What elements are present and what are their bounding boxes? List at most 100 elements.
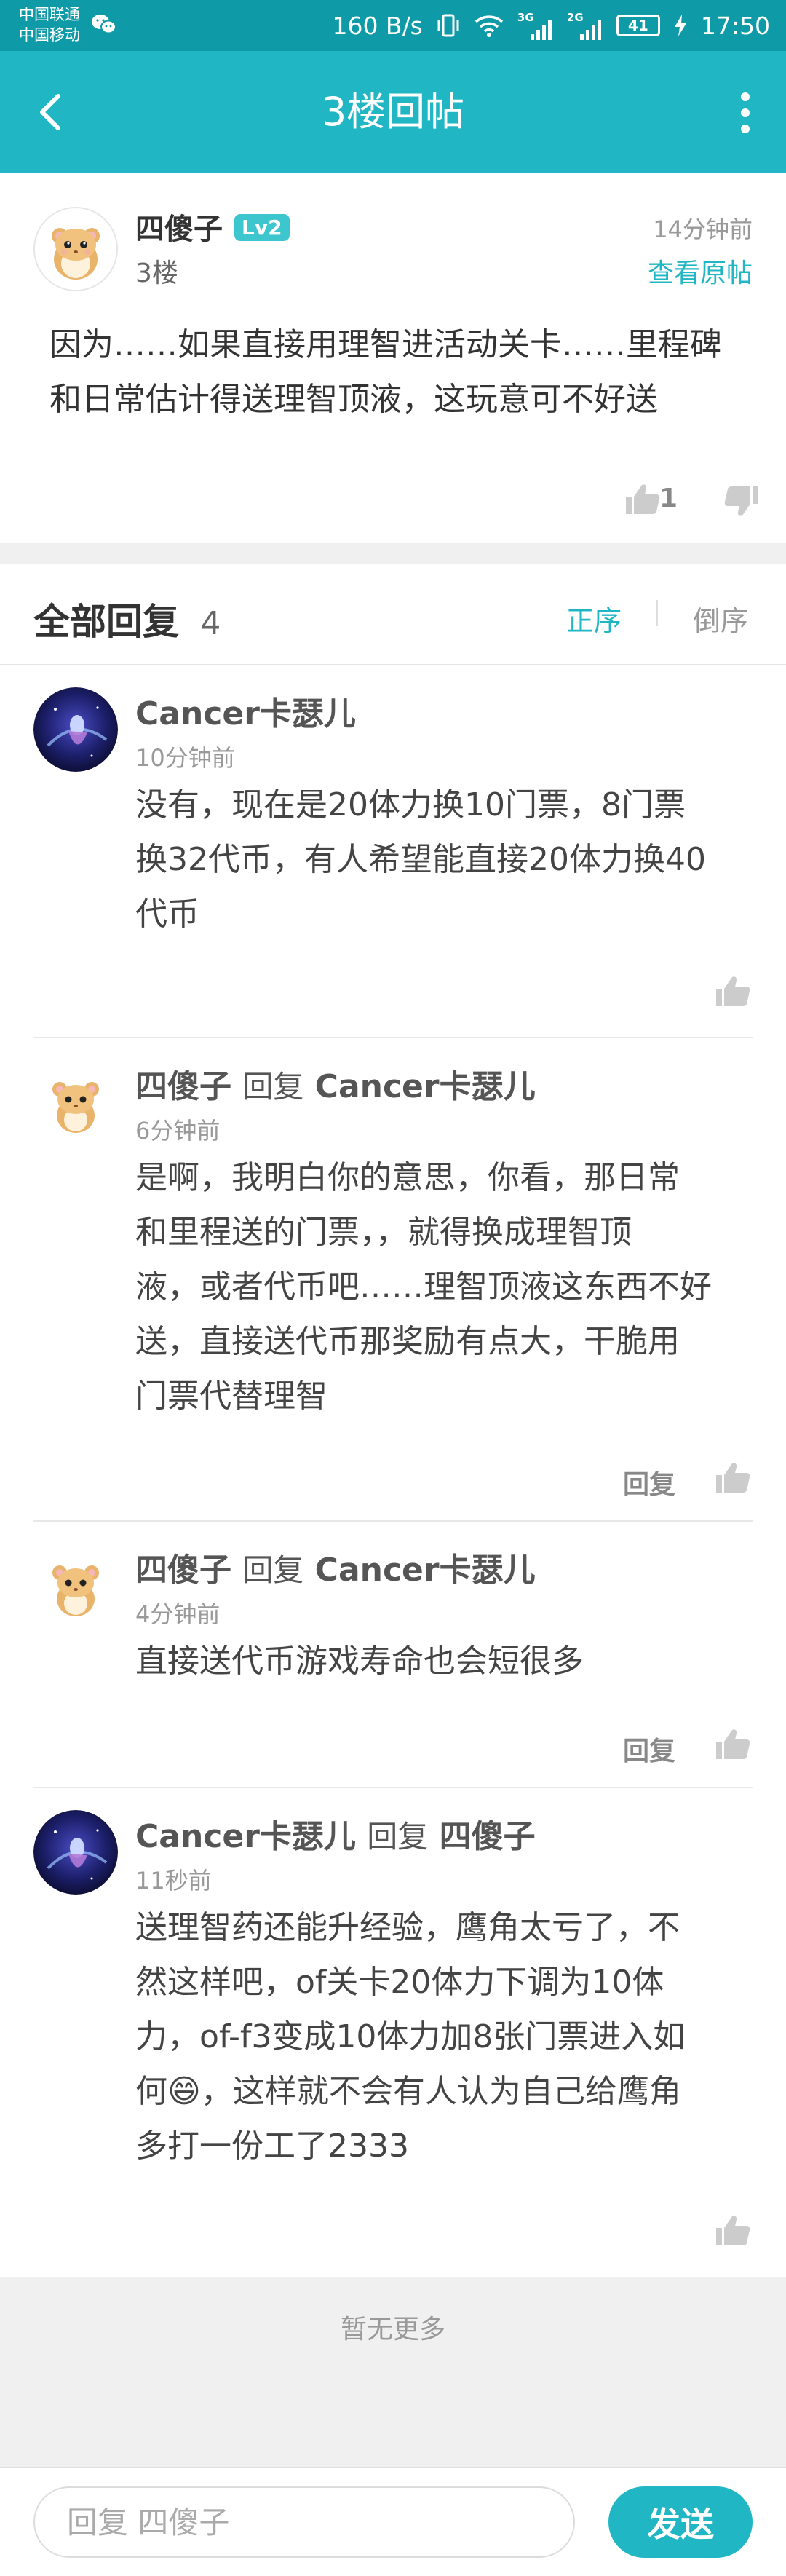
reply-content-line: 和里程送的门票，，就得换成理智顶	[135, 1214, 632, 1251]
carrier-labels: 中国联通 中国移动	[19, 4, 80, 45]
thumbs-up-icon[interactable]	[713, 1727, 751, 1761]
thumbs-down-icon[interactable]	[723, 485, 761, 518]
reply-author-row: Cancer卡瑟儿	[135, 687, 356, 734]
reply-target[interactable]: 四傻子	[440, 1818, 536, 1855]
sort-desc-tab[interactable]: 倒序	[693, 598, 748, 639]
reply-content-line: 液，或者代币吧……理智顶液这东西不好	[135, 1268, 712, 1305]
avatar[interactable]	[33, 207, 118, 291]
battery-level: 41	[627, 17, 648, 34]
reply-content-line: 送理智药还能升经验，鹰角太亏了，不	[135, 1909, 680, 1946]
signal-1: 3G	[517, 11, 554, 40]
view-original-link[interactable]: 查看原帖	[648, 252, 753, 290]
back-arrow-icon[interactable]	[31, 89, 74, 135]
galaxy-avatar-icon	[33, 1810, 118, 1895]
wechat-icon	[92, 15, 116, 34]
replies-count: 4	[200, 605, 221, 642]
reply-item: 四傻子 回复 Cancer卡瑟儿 4分钟前 直接送代币游戏寿命也会短很多 回复	[0, 1522, 786, 1788]
post-content-line: 因为……如果直接用理智进活动关卡……里程碑	[49, 326, 722, 363]
replies-header: 全部回复 4 正序 倒序	[0, 564, 786, 665]
floor-label: 3楼	[135, 258, 178, 288]
reply-word: 回复	[242, 1552, 304, 1588]
avatar[interactable]	[33, 1060, 118, 1145]
replies-title-text: 全部回复	[33, 601, 179, 643]
like-count: 1	[659, 483, 678, 513]
reply-content-line: 换32代币，有人希望能直接20体力换40	[135, 841, 706, 878]
thumbs-up-icon[interactable]	[713, 974, 751, 1008]
reply-content-line: 门票代替理智	[135, 1378, 328, 1415]
reply-content: 没有，现在是20体力换10门票，8门票 换32代币，有人希望能直接20体力换40…	[135, 778, 706, 941]
post-card: 四傻子 Lv2 3楼 14分钟前 查看原帖 因为……如果直接用理智进活动关卡……里…	[0, 173, 786, 543]
avatar[interactable]	[33, 687, 118, 772]
signal-bars-icon	[579, 20, 601, 40]
reply-content-line: 送，直接送代币那奖励有点大，干脆用	[135, 1323, 680, 1360]
reply-author-row: Cancer卡瑟儿 回复 四傻子	[135, 1810, 536, 1857]
reply-author[interactable]: 四傻子	[135, 1068, 231, 1105]
reply-target[interactable]: Cancer卡瑟儿	[315, 1068, 536, 1105]
level-badge: Lv2	[234, 214, 290, 241]
post-author-row: 四傻子 Lv2	[135, 205, 290, 248]
reply-content-line: 力，of-f3变成10体力加8张门票进入如	[135, 2018, 686, 2055]
battery-icon: 41	[616, 15, 660, 36]
carrier-2: 中国移动	[19, 26, 80, 44]
reply-time: 10分钟前	[135, 744, 235, 772]
more-options-icon[interactable]	[725, 89, 766, 137]
reply-button[interactable]: 回复	[623, 1463, 675, 1501]
hamster-avatar-icon	[33, 1544, 118, 1628]
post-content: 因为……如果直接用理智进活动关卡……里程碑 和日常估计得送理智顶液，这玩意可不好…	[49, 317, 722, 427]
section-divider	[0, 543, 786, 564]
reply-content: 是啊，我明白你的意思，你看，那日常 和里程送的门票，，就得换成理智顶 液，或者代…	[135, 1150, 712, 1423]
reply-content-line: 代币	[135, 896, 199, 933]
reply-content-line: 是啊，我明白你的意思，你看，那日常	[135, 1159, 680, 1196]
reply-input-bar: 发送	[0, 2467, 786, 2576]
avatar[interactable]	[33, 1810, 118, 1895]
vibrate-icon	[437, 14, 459, 37]
clock: 17:50	[700, 11, 770, 40]
sort-asc-tab[interactable]: 正序	[566, 598, 622, 639]
replies-title: 全部回复 4	[33, 593, 221, 645]
reply-author-row: 四傻子 回复 Cancer卡瑟儿	[135, 1544, 536, 1590]
reply-content-line: 然这样吧，of关卡20体力下调为10体	[135, 1964, 664, 2001]
reply-content-line: 没有，现在是20体力换10门票，8门票	[135, 786, 686, 823]
reply-input[interactable]	[33, 2486, 575, 2558]
sort-separator	[656, 600, 658, 626]
reply-item: Cancer卡瑟儿 回复 四傻子 11秒前 送理智药还能升经验，鹰角太亏了，不 …	[0, 1788, 786, 2277]
wifi-icon	[475, 15, 504, 37]
thumbs-up-icon[interactable]	[713, 2213, 751, 2247]
thumbs-up-icon[interactable]	[713, 1461, 751, 1494]
galaxy-avatar-icon	[33, 687, 118, 772]
no-more-label: 暂无更多	[340, 2315, 445, 2344]
network-speed: 160 B/s	[332, 11, 423, 40]
reply-word: 回复	[242, 1069, 304, 1105]
post-time: 14分钟前	[653, 216, 753, 243]
title-bar: 3楼回帖	[0, 51, 786, 173]
avatar[interactable]	[33, 1544, 118, 1628]
carrier-1: 中国联通	[19, 6, 80, 23]
reply-word: 回复	[367, 1819, 429, 1854]
reply-button[interactable]: 回复	[623, 1730, 675, 1768]
reply-author[interactable]: 四傻子	[135, 1552, 231, 1589]
signal-bars-icon	[530, 20, 552, 40]
thumbs-up-icon[interactable]	[623, 482, 661, 515]
signal-2: 2G	[567, 11, 603, 40]
reply-content: 送理智药还能升经验，鹰角太亏了，不 然这样吧，of关卡20体力下调为10体 力，…	[135, 1900, 685, 2173]
reply-author-row: 四傻子 回复 Cancer卡瑟儿	[135, 1060, 536, 1107]
hamster-avatar-icon	[33, 1060, 118, 1145]
status-bar: 中国联通 中国移动 160 B/s 3G 2G 41 17:50	[0, 0, 786, 51]
charging-icon	[674, 15, 686, 36]
reply-item: 四傻子 回复 Cancer卡瑟儿 6分钟前 是啊，我明白你的意思，你看，那日常 …	[0, 1038, 786, 1522]
reply-target[interactable]: Cancer卡瑟儿	[315, 1552, 536, 1589]
reply-item: Cancer卡瑟儿 10分钟前 没有，现在是20体力换10门票，8门票 换32代…	[0, 665, 786, 1038]
post-author[interactable]: 四傻子	[135, 213, 223, 246]
page-title: 3楼回帖	[321, 89, 465, 135]
list-footer: 暂无更多	[0, 2277, 786, 2467]
reply-time: 6分钟前	[135, 1117, 221, 1145]
reply-content-line: 多打一份工了2333	[135, 2127, 409, 2165]
reply-time: 4分钟前	[135, 1600, 221, 1628]
reply-author[interactable]: Cancer卡瑟儿	[135, 695, 356, 732]
reply-content: 直接送代币游戏寿命也会短很多	[135, 1634, 584, 1688]
reply-time: 11秒前	[135, 1867, 212, 1895]
send-button[interactable]: 发送	[608, 2486, 753, 2558]
reply-content-line: 何😄，这样就不会有人认为自己给鹰角	[135, 2073, 681, 2110]
reply-author[interactable]: Cancer卡瑟儿	[135, 1818, 356, 1855]
post-content-line: 和日常估计得送理智顶液，这玩意可不好送	[49, 381, 658, 418]
